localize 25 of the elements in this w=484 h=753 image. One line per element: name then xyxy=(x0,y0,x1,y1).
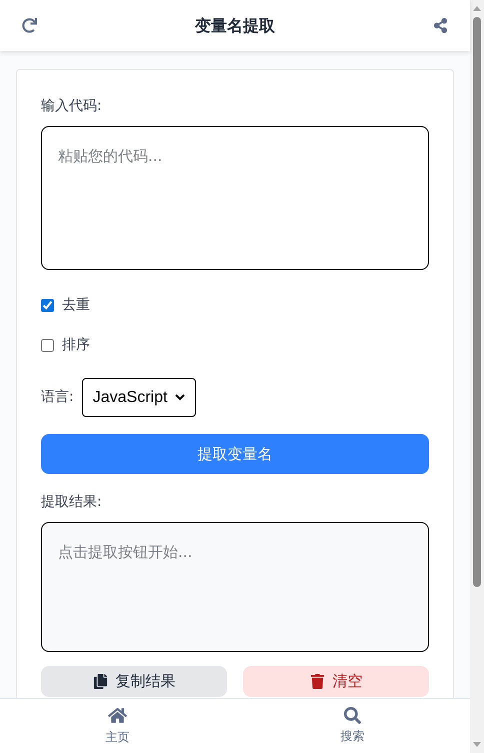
clear-button[interactable]: 清空 xyxy=(243,666,429,697)
language-select[interactable]: JavaScript xyxy=(82,378,196,417)
scrollbar[interactable] xyxy=(470,0,484,753)
share-icon[interactable] xyxy=(433,18,448,33)
search-nav-item[interactable]: 搜索 xyxy=(235,699,470,753)
trash-icon xyxy=(310,674,324,689)
page-title: 变量名提取 xyxy=(195,14,275,36)
chevron-down-icon xyxy=(174,394,185,401)
result-label: 提取结果: xyxy=(41,493,103,512)
language-label: 语言: xyxy=(41,388,74,407)
extract-button[interactable]: 提取变量名 xyxy=(41,434,429,474)
checkbox-label: 排序 xyxy=(62,336,90,354)
scrollbar-thumb[interactable] xyxy=(473,17,481,587)
home-nav-item[interactable]: 主页 xyxy=(0,699,235,753)
input-label: 输入代码: xyxy=(41,97,103,116)
refresh-icon[interactable] xyxy=(22,18,37,33)
checkbox[interactable] xyxy=(41,298,54,312)
code-input-field[interactable]: 粘贴您的代码... xyxy=(41,126,429,270)
result-output-field[interactable]: 点击提取按钮开始... xyxy=(41,522,429,652)
home-icon xyxy=(108,706,127,725)
search-icon xyxy=(344,707,361,724)
checkbox[interactable] xyxy=(41,338,54,352)
checkbox-label: 去重 xyxy=(62,296,90,314)
copy-button[interactable]: 复制结果 xyxy=(41,666,227,697)
copy-icon xyxy=(92,674,108,689)
